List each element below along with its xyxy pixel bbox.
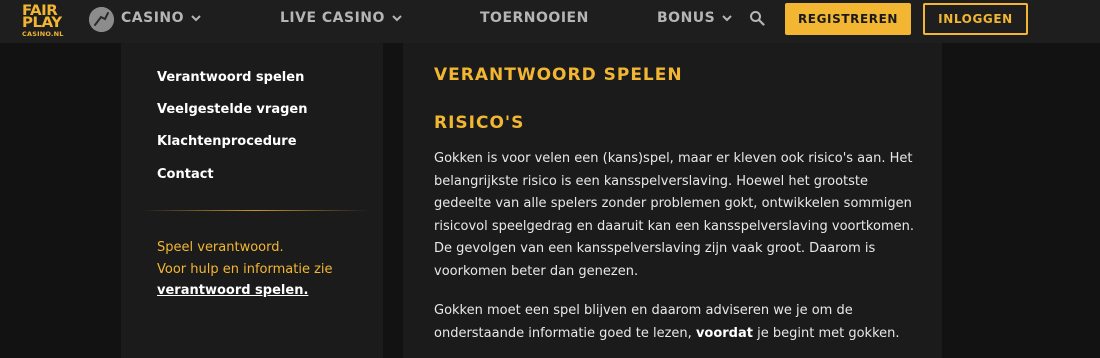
register-button[interactable]: REGISTREREN — [785, 3, 911, 35]
chevron-down-icon — [191, 15, 201, 22]
fairplay-logo[interactable]: FAIR PLAY CASINO.NL — [22, 3, 72, 39]
login-button[interactable]: INLOGGEN — [923, 3, 1028, 35]
nav-live-casino-label: LIVE CASINO — [280, 10, 385, 26]
nav-toernooien[interactable]: TOERNOOIEN — [480, 9, 589, 27]
top-navigation-bar: FAIR PLAY CASINO.NL CASINO LIVE CASINO T… — [0, 0, 1100, 43]
paragraph-2-part-2: je begint met gokken. — [752, 325, 900, 341]
logo-line-3: CASINO.NL — [22, 30, 64, 38]
sidebar-item-verantwoord-spelen[interactable]: Verantwoord spelen — [157, 70, 304, 85]
sidebar: Verantwoord spelen Veelgestelde vragen K… — [121, 43, 383, 358]
sidebar-item-klachtenprocedure[interactable]: Klachtenprocedure — [157, 134, 297, 149]
sidebar-note-link[interactable]: verantwoord spelen. — [157, 283, 308, 298]
section-title: RISICO'S — [434, 113, 525, 133]
main-content: VERANTWOORD SPELEN RISICO'S Gokken is vo… — [403, 43, 942, 358]
page-title: VERANTWOORD SPELEN — [434, 65, 683, 85]
user-chip-icon[interactable] — [89, 7, 114, 32]
sidebar-note-line-2: Voor hulp en informatie zie — [157, 262, 333, 277]
logo-line-2: PLAY — [22, 13, 62, 31]
sidebar-item-veelgestelde-vragen[interactable]: Veelgestelde vragen — [157, 102, 307, 117]
nav-bonus[interactable]: BONUS — [657, 9, 732, 27]
nav-casino[interactable]: CASINO — [121, 9, 201, 27]
paragraph-2-bold: voordat — [695, 325, 753, 341]
sidebar-divider — [141, 210, 369, 211]
sidebar-item-contact[interactable]: Contact — [157, 167, 214, 182]
nav-bonus-label: BONUS — [657, 10, 716, 26]
search-icon[interactable] — [749, 10, 765, 26]
paragraph-2: Gokken moet een spel blijven en daarom a… — [434, 300, 914, 345]
chevron-down-icon — [722, 15, 732, 22]
nav-casino-label: CASINO — [121, 10, 185, 26]
chevron-down-icon — [392, 15, 402, 22]
nav-toernooien-label: TOERNOOIEN — [480, 10, 589, 26]
paragraph-1: Gokken is voor velen een (kans)spel, maa… — [434, 151, 914, 279]
sidebar-note-line-1: Speel verantwoord. — [157, 240, 284, 255]
nav-live-casino[interactable]: LIVE CASINO — [280, 9, 402, 27]
